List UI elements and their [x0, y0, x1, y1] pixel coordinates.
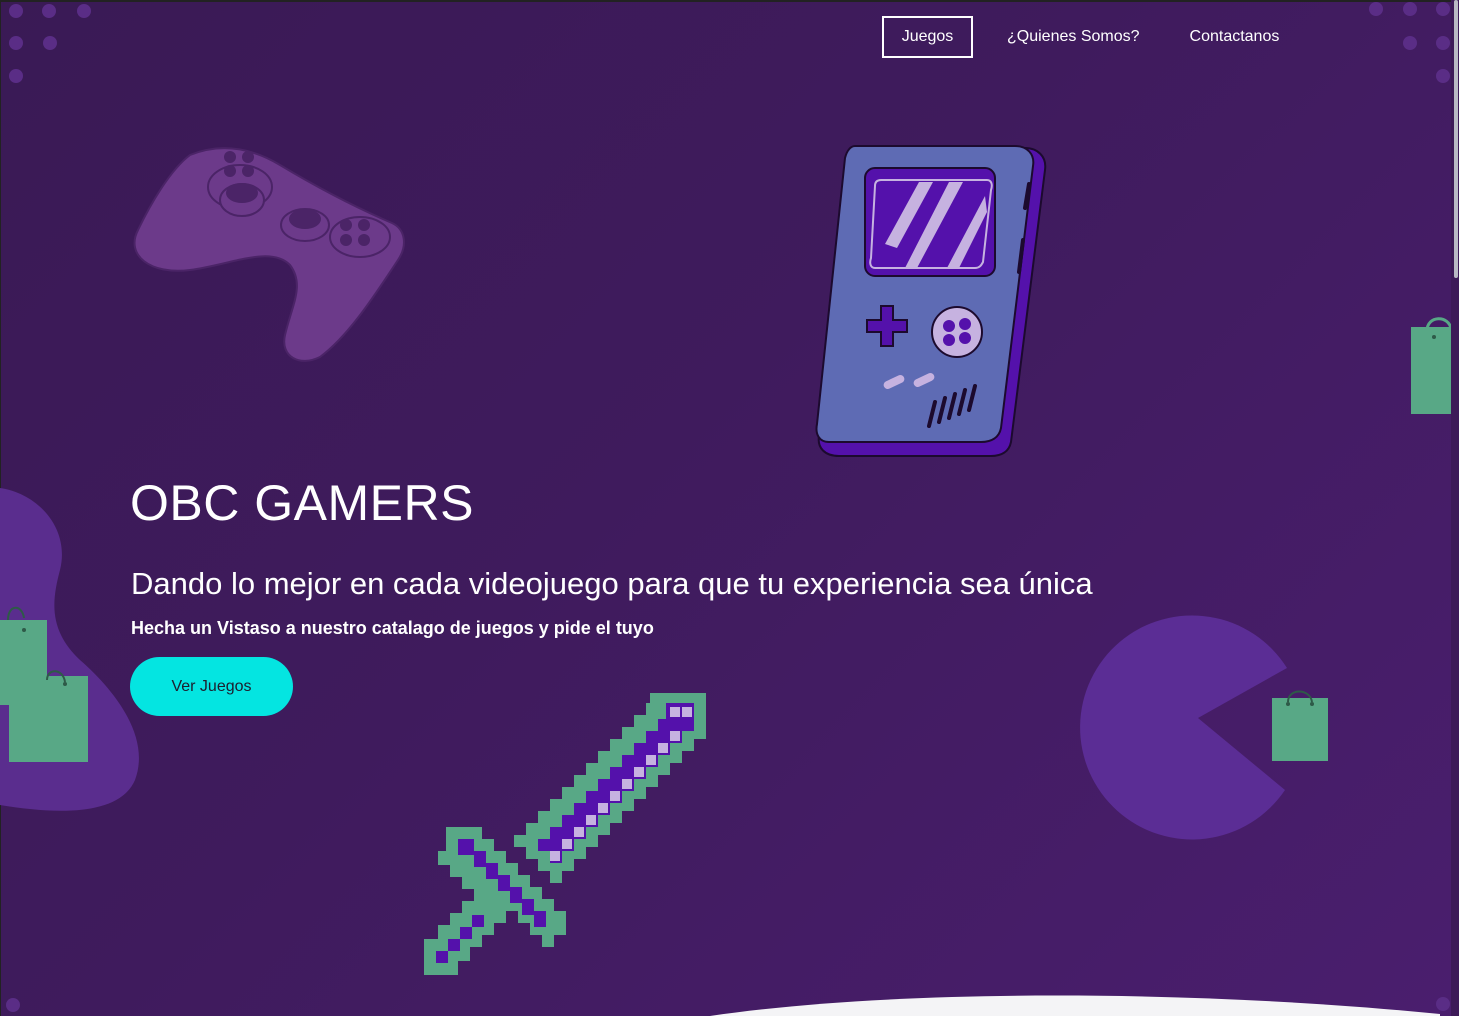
scrollbar-thumb[interactable] — [1454, 0, 1458, 278]
decor-dot — [1369, 2, 1383, 16]
hero-title: OBC GAMERS — [130, 475, 474, 531]
shopping-bag-icon — [0, 606, 88, 762]
decor-dot — [9, 69, 23, 83]
nav-link-contactanos[interactable]: Contactanos — [1190, 28, 1280, 46]
gamepad-icon — [133, 147, 405, 362]
decor-dot — [1403, 2, 1417, 16]
hero-note: Hecha un Vistaso a nuestro catalago de j… — [131, 618, 654, 638]
page-scrollbar[interactable] — [1451, 0, 1459, 1016]
pixel-sword-icon — [424, 693, 706, 975]
decor-dot — [42, 4, 56, 18]
pacman-icon — [1080, 615, 1287, 840]
decor-dot — [1436, 69, 1450, 83]
shopping-bag-icon — [1272, 690, 1328, 761]
decor-dot — [1436, 36, 1450, 50]
main-nav: Juegos ¿Quienes Somos? Contactanos — [882, 16, 1279, 58]
landing-page: Juegos ¿Quienes Somos? Contactanos OBC G… — [0, 0, 1459, 1016]
decor-dot — [9, 36, 23, 50]
decor-dot — [43, 36, 57, 50]
gameboy-icon — [815, 145, 1047, 457]
bottom-wave-divider — [710, 995, 1440, 1016]
decor-dot — [77, 4, 91, 18]
nav-link-quienes-somos[interactable]: ¿Quienes Somos? — [1007, 28, 1140, 46]
decor-dot — [1403, 36, 1417, 50]
decor-dot — [1436, 2, 1450, 16]
hero-subtitle: Dando lo mejor en cada videojuego para q… — [131, 566, 1093, 601]
window-top-border — [0, 0, 1459, 2]
decor-dot — [9, 4, 23, 18]
nav-link-juegos[interactable]: Juegos — [882, 16, 973, 58]
ver-juegos-button[interactable]: Ver Juegos — [130, 657, 293, 716]
